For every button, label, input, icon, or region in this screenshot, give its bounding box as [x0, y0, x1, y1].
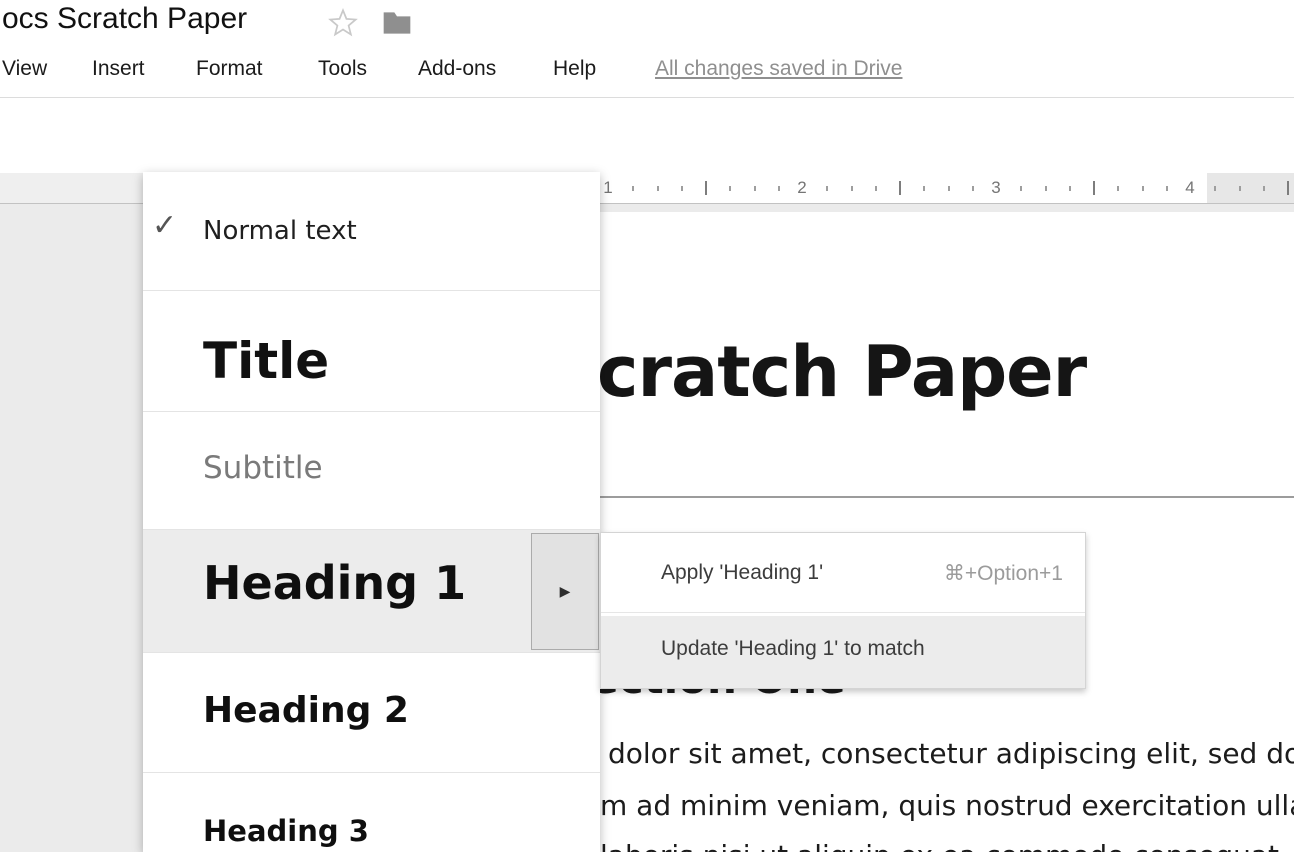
submenu-divider	[601, 612, 1085, 613]
menu-help[interactable]: Help	[553, 57, 596, 81]
ruler-tick	[1287, 181, 1289, 195]
titlebar: ocs Scratch Paper	[0, 0, 1294, 45]
ruler-tick	[681, 186, 683, 191]
submenu-item-update[interactable]: Update 'Heading 1' to match	[661, 637, 925, 661]
ruler-tick	[1142, 186, 1144, 191]
ruler-tick	[899, 181, 901, 195]
menu-item-subtitle[interactable]: Subtitle	[203, 450, 323, 486]
ruler-tick	[705, 181, 707, 195]
menu-addons[interactable]: Add-ons	[418, 57, 496, 81]
body-text-line[interactable]: laboris nisi ut aliquip ex ea commodo co…	[600, 842, 1294, 852]
star-icon[interactable]	[327, 7, 359, 39]
toolbar: 100% Normal text Open Sans 11 B I U A +	[0, 98, 1294, 172]
menu-divider	[143, 772, 600, 773]
paragraph-style-menu: ✓ Normal text Title Subtitle Heading 1 ▶…	[143, 172, 600, 852]
menu-divider	[143, 652, 600, 653]
ruler-tick	[1020, 186, 1022, 191]
menu-item-title[interactable]: Title	[203, 332, 329, 390]
document-title[interactable]: ocs Scratch Paper	[2, 2, 247, 36]
menu-divider	[143, 411, 600, 412]
ruler-tick	[1045, 186, 1047, 191]
folder-icon[interactable]	[381, 8, 413, 38]
ruler-tick	[1093, 181, 1095, 195]
ruler-tick	[1214, 186, 1216, 191]
ruler-right-margin	[1207, 173, 1294, 203]
ruler-number: 1	[603, 178, 612, 198]
ruler-tick	[923, 186, 925, 191]
ruler-tick	[1239, 186, 1241, 191]
ruler-tick	[851, 186, 853, 191]
document-heading-title[interactable]: cratch Paper	[597, 330, 1086, 414]
ruler-tick	[729, 186, 731, 191]
ruler-number: 2	[797, 178, 806, 198]
ruler-tick	[1069, 186, 1071, 191]
ruler-tick	[948, 186, 950, 191]
ruler-tick	[632, 186, 634, 191]
menu-item-heading3[interactable]: Heading 3	[203, 814, 369, 848]
ruler-tick	[1166, 186, 1168, 191]
ruler-tick	[1263, 186, 1265, 191]
menu-item-normal-text[interactable]: Normal text	[203, 216, 357, 246]
menu-insert[interactable]: Insert	[92, 57, 145, 81]
ruler-tick	[972, 186, 974, 191]
ruler-tick	[875, 186, 877, 191]
ruler-tick	[826, 186, 828, 191]
ruler-tick	[778, 186, 780, 191]
ruler-number: 3	[991, 178, 1000, 198]
submenu-shortcut: ⌘+Option+1	[944, 561, 1063, 586]
menu-divider	[143, 290, 600, 291]
check-icon: ✓	[152, 208, 177, 243]
menu-view[interactable]: View	[2, 57, 47, 81]
menu-tools[interactable]: Tools	[318, 57, 367, 81]
menu-format[interactable]: Format	[196, 57, 263, 81]
heading1-submenu-button[interactable]: ▶	[531, 533, 599, 650]
menu-item-heading1[interactable]: Heading 1	[203, 556, 466, 610]
body-text-line[interactable]: dolor sit amet, consectetur adipiscing e…	[608, 740, 1294, 768]
ruler-tick	[754, 186, 756, 191]
submenu-arrow-icon: ▶	[560, 583, 571, 600]
body-text-line[interactable]: m ad minim veniam, quis nostrud exercita…	[600, 792, 1294, 820]
submenu-item-apply[interactable]: Apply 'Heading 1'	[661, 561, 823, 585]
save-status-link[interactable]: All changes saved in Drive	[655, 57, 902, 81]
heading1-submenu: Apply 'Heading 1' ⌘+Option+1 Update 'Hea…	[600, 532, 1086, 689]
menubar: View Insert Format Tools Add-ons Help Al…	[0, 45, 1294, 97]
ruler-tick	[657, 186, 659, 191]
ruler-tick	[1117, 186, 1119, 191]
ruler-number: 4	[1185, 178, 1194, 198]
menu-item-heading2[interactable]: Heading 2	[203, 690, 409, 731]
